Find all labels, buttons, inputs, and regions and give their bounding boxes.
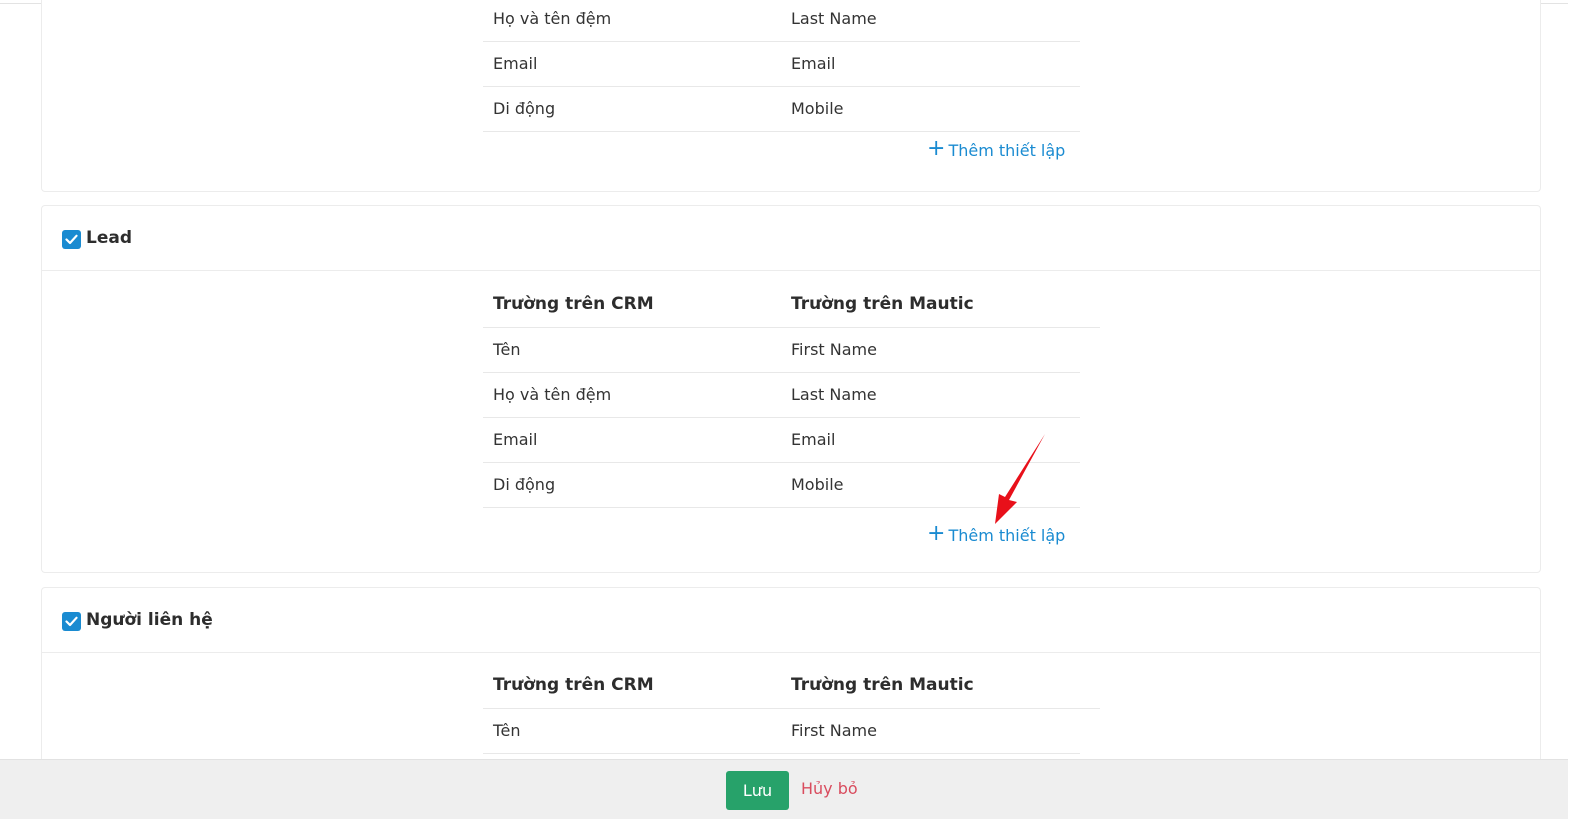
table-row: Di động Mobile — [483, 87, 1080, 132]
table-row: Tên First Name — [483, 328, 1080, 373]
lead-section-title: Lead — [86, 228, 133, 248]
footer-action-bar: Lưu Hủy bỏ — [0, 759, 1568, 820]
table-header-row: Trường trên CRM Trường trên Mautic — [483, 664, 1100, 709]
scrollbar[interactable] — [1568, 0, 1590, 831]
crm-field-cell: Email — [493, 430, 538, 449]
contact-section-title: Người liên hệ — [86, 610, 213, 630]
mautic-field-cell: Email — [791, 54, 836, 73]
bottom-strip — [0, 819, 1568, 831]
table-row: Họ và tên đệm Last Name — [483, 0, 1080, 42]
contact-mapping-table: Trường trên CRM Trường trên Mautic Tên F… — [483, 664, 1100, 754]
crm-field-cell: Tên — [493, 340, 521, 359]
lead-checkbox[interactable] — [62, 229, 81, 249]
mautic-field-cell: First Name — [791, 721, 877, 740]
check-icon — [65, 234, 78, 244]
add-setting-link[interactable]: + Thêm thiết lập — [927, 136, 1066, 161]
save-button[interactable]: Lưu — [726, 771, 789, 810]
plus-icon: + — [927, 521, 946, 546]
cancel-button[interactable]: Hủy bỏ — [801, 779, 858, 798]
table-header-row: Trường trên CRM Trường trên Mautic — [483, 283, 1100, 328]
annotation-arrow — [995, 434, 1045, 524]
crm-field-cell: Họ và tên đệm — [493, 385, 612, 404]
table-row: Họ và tên đệm Last Name — [483, 373, 1080, 418]
mautic-column-header: Trường trên Mautic — [791, 294, 974, 314]
crm-field-cell: Họ và tên đệm — [493, 9, 612, 28]
crm-column-header: Trường trên CRM — [493, 294, 654, 314]
crm-field-cell: Di động — [493, 475, 556, 494]
mautic-field-cell: First Name — [791, 340, 877, 359]
check-icon — [65, 616, 78, 626]
prev-mapping-table: Họ và tên đệm Last Name Email Email Di đ… — [483, 0, 1100, 132]
lead-section-card: Lead Trường trên CRM Trường trên Mautic … — [41, 205, 1541, 573]
mautic-column-header: Trường trên Mautic — [791, 675, 974, 695]
contact-checkbox[interactable] — [62, 611, 81, 631]
mautic-field-cell: Mobile — [791, 99, 844, 118]
crm-field-cell: Tên — [493, 721, 521, 740]
add-setting-label: Thêm thiết lập — [948, 140, 1066, 160]
crm-field-cell: Email — [493, 54, 538, 73]
scrollbar-thumb[interactable] — [1574, 0, 1584, 760]
crm-field-cell: Di động — [493, 99, 556, 118]
crm-column-header: Trường trên CRM — [493, 675, 654, 695]
page: Họ và tên đệm Last Name Email Email Di đ… — [0, 0, 1590, 831]
mautic-field-cell: Mobile — [791, 475, 844, 494]
contact-section-header: Người liên hệ — [42, 588, 1540, 653]
prev-section-card: Họ và tên đệm Last Name Email Email Di đ… — [41, 0, 1541, 192]
lead-section-header: Lead — [42, 206, 1540, 271]
mautic-field-cell: Email — [791, 430, 836, 449]
plus-icon: + — [927, 136, 946, 161]
table-row: Tên First Name — [483, 709, 1080, 754]
mautic-field-cell: Last Name — [791, 9, 877, 28]
table-row: Email Email — [483, 42, 1080, 87]
mautic-field-cell: Last Name — [791, 385, 877, 404]
